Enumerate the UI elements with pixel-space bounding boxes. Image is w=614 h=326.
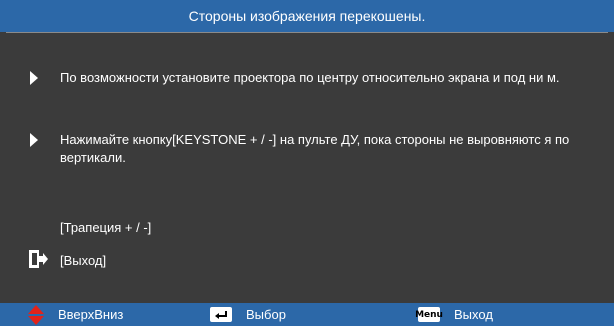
tip-item-1: По возможности установите проектора по ц… xyxy=(30,69,590,87)
tip-text-2: Нажимайте кнопку[KEYSTONE + / -] на пуль… xyxy=(60,132,570,165)
menu-key-icon: Menu xyxy=(415,307,443,322)
footer-select-hint: Выбор xyxy=(210,303,286,326)
footer-bar: ВверхВниз Выбор Menu Выход xyxy=(0,303,614,326)
footer-exit-label: Выход xyxy=(454,307,493,322)
footer-select-label: Выбор xyxy=(246,307,286,322)
tip-item-2: Нажимайте кнопку[KEYSTONE + / -] на пуль… xyxy=(30,131,590,167)
exit-option[interactable]: [Выход] xyxy=(60,252,106,270)
up-down-arrows-icon xyxy=(28,304,44,325)
right-arrow-bullet-icon xyxy=(30,133,38,147)
tip-text-1: По возможности установите проектора по ц… xyxy=(60,70,560,85)
osd-dialog: Стороны изображения перекошены. По возмо… xyxy=(0,0,614,326)
dialog-title: Стороны изображения перекошены. xyxy=(188,8,426,24)
footer-updown-label: ВверхВниз xyxy=(58,307,124,322)
footer-updown-hint: ВверхВниз xyxy=(28,303,123,326)
title-bar: Стороны изображения перекошены. xyxy=(0,0,614,32)
keystone-option[interactable]: [Трапеция + / -] xyxy=(60,219,151,237)
enter-key-icon xyxy=(210,307,232,322)
footer-exit-hint: Menu Выход xyxy=(415,303,493,326)
help-content: По возможности установите проектора по ц… xyxy=(0,33,614,303)
right-arrow-bullet-icon xyxy=(30,71,38,85)
exit-door-icon xyxy=(29,250,48,268)
